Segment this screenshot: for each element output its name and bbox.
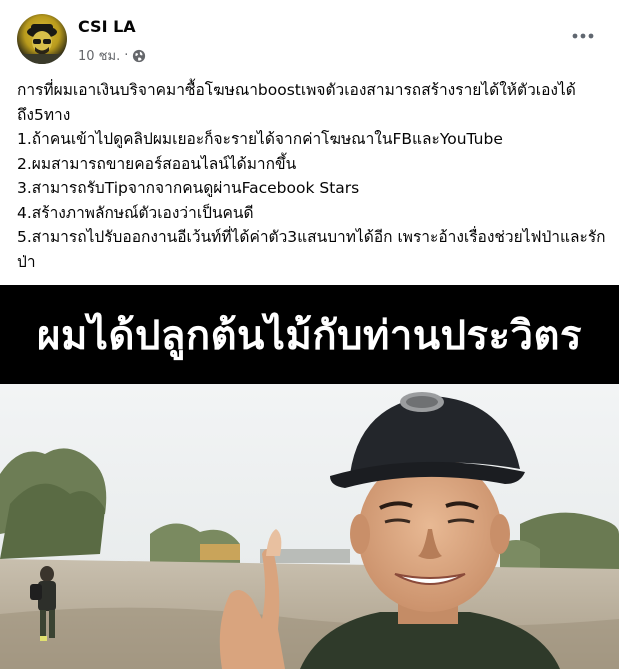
page-name[interactable]: CSI LA: [78, 17, 136, 36]
post-body-text: การที่ผมเอาเงินบริจาคมาซื้อโฆษณาboostเพจ…: [17, 78, 607, 274]
more-options-button[interactable]: [565, 24, 601, 48]
post-meta: 10 ชม. ·: [78, 45, 146, 66]
post-text-line: 4.สร้างภาพลักษณ์ตัวเองว่าเป็นคนดี: [17, 203, 254, 222]
facebook-post-card: CSI LA 10 ชม. · การที่ผมเอาเงินบริจาคมาซ…: [0, 0, 619, 669]
avatar-illustration: [22, 24, 62, 64]
post-text-line: 3.สามารถรับTipจากจากคนดูผ่านFacebook Sta…: [17, 179, 360, 197]
post-text-line: 1.ถ้าคนเข้าไปดูคลิปผมเยอะก็จะรายได้จากค่…: [17, 130, 503, 148]
meta-separator: ·: [124, 48, 129, 63]
globe-icon: [132, 49, 146, 63]
post-text-line: การที่ผมเอาเงินบริจาคมาซื้อโฆษณาboostเพจ…: [17, 81, 576, 124]
post-text-line: 5.สามารถไปรับออกงานอีเว้นท์ที่ได้ค่าตัว3…: [17, 228, 606, 271]
post-photo[interactable]: [0, 384, 619, 669]
post-media[interactable]: ผมได้ปลูกต้นไม้กับท่านประวิตร: [0, 285, 619, 669]
post-header: CSI LA 10 ชม. ·: [0, 0, 619, 70]
post-text-line: 2.ผมสามารถขายคอร์สออนไลน์ได้มากขึ้น: [17, 154, 297, 173]
banner-text: ผมได้ปลูกต้นไม้กับท่านประวิตร: [37, 312, 582, 359]
avatar[interactable]: [17, 14, 67, 64]
image-caption-banner: ผมได้ปลูกต้นไม้กับท่านประวิตร: [0, 285, 619, 384]
more-dots-icon: [572, 33, 594, 39]
post-time[interactable]: 10 ชม.: [78, 45, 120, 66]
